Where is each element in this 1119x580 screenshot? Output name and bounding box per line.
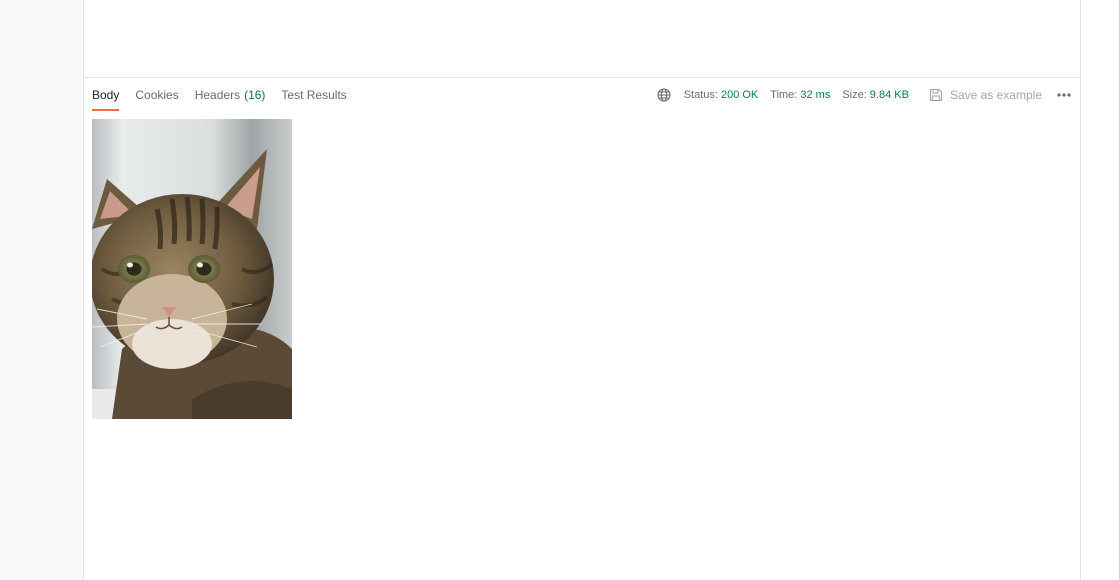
more-icon[interactable]	[1056, 87, 1072, 103]
size-label: Size:	[842, 89, 867, 101]
left-sidebar	[0, 0, 84, 580]
request-pane	[84, 0, 1080, 78]
globe-icon[interactable]	[656, 87, 672, 103]
response-meta: Status: 200 OK Time: 32 ms Size: 9.84 KB Sa…	[656, 79, 1080, 111]
kitten-photo	[92, 119, 292, 419]
response-body-image	[92, 119, 292, 419]
time-indicator[interactable]: Time: 32 ms	[770, 89, 830, 101]
save-icon	[929, 88, 942, 102]
status-indicator[interactable]: Status: 200 OK	[684, 89, 759, 101]
tab-headers[interactable]: Headers (16)	[195, 79, 266, 111]
tab-cookies-label: Cookies	[135, 88, 179, 102]
tab-headers-label: Headers	[194, 88, 241, 102]
response-tabs: Body Cookies Headers (16) Test Results	[84, 79, 363, 111]
right-sidebar	[1080, 0, 1119, 580]
time-value: 32 ms	[800, 89, 831, 101]
tab-body[interactable]: Body	[92, 79, 120, 111]
save-as-example-label: Save as example	[949, 88, 1042, 102]
time-label: Time:	[770, 89, 798, 101]
tab-body-label: Body	[92, 88, 120, 102]
save-as-example-button[interactable]: Save as example	[929, 88, 1042, 102]
tab-cookies[interactable]: Cookies	[135, 79, 178, 111]
response-toolbar: Body Cookies Headers (16) Test Results S…	[84, 79, 1080, 111]
status-value: 200 OK	[720, 89, 759, 101]
tab-test-results[interactable]: Test Results	[281, 79, 346, 111]
status-label: Status:	[683, 89, 718, 101]
size-indicator[interactable]: Size: 9.84 KB	[842, 89, 909, 101]
tab-test-results-label: Test Results	[281, 88, 347, 102]
headers-count: (16)	[244, 88, 266, 102]
size-value: 9.84 KB	[869, 89, 909, 101]
